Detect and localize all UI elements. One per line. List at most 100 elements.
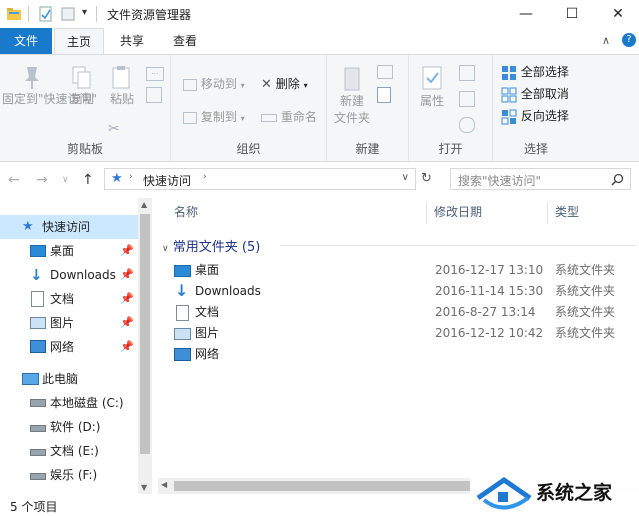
collapse-ribbon-icon[interactable]: ∧ (602, 34, 610, 47)
cut-icon[interactable]: ✂ (108, 121, 120, 137)
recent-locations-chevron-icon[interactable]: ∨ (62, 175, 69, 185)
pin-icon[interactable]: 📌 (120, 335, 134, 359)
nav-item-label: 文档 (50, 292, 75, 306)
search-icon[interactable] (611, 173, 624, 186)
move-to-button[interactable]: 移动到 ▾ (183, 75, 245, 92)
customize-quick-access-icon[interactable]: ▾ (82, 7, 87, 18)
table-row[interactable]: 图片 2016-12-12 10:42 系统文件夹 (158, 323, 639, 344)
scroll-up-icon[interactable]: ▲ (141, 200, 147, 209)
nav-item-label: 本地磁盘 (C:) (50, 396, 124, 410)
nav-item-quick-access[interactable]: ★ 快速访问 (0, 215, 138, 239)
table-row[interactable]: ↓ Downloads 2016-11-14 15:30 系统文件夹 (158, 281, 639, 302)
new-folder-button[interactable]: 新建 文件夹 (333, 65, 371, 127)
new-group-label: 新建 (355, 142, 380, 156)
breadcrumb-quick-access[interactable]: 快速访问 (143, 172, 191, 189)
breadcrumb-separator-icon[interactable]: › (129, 172, 133, 182)
select-none-label: 全部取消 (520, 87, 569, 101)
invert-selection-button[interactable]: 反向选择 (501, 107, 569, 125)
scroll-thumb[interactable] (174, 481, 470, 491)
desktop-icon (30, 245, 46, 257)
tab-file[interactable]: 文件 (0, 28, 52, 54)
open-icon[interactable] (459, 65, 475, 81)
nav-item-downloads[interactable]: ↓ Downloads 📌 (0, 263, 138, 287)
nav-item-drive-d[interactable]: 软件 (D:) (0, 415, 138, 439)
minimize-button[interactable]: — (503, 0, 549, 28)
breadcrumb-separator-icon[interactable]: › (203, 172, 207, 182)
select-none-button[interactable]: 全部取消 (501, 85, 569, 103)
close-button[interactable]: ✕ (595, 0, 639, 28)
nav-item-label: 此电脑 (42, 372, 79, 386)
scroll-left-icon[interactable]: ◀ (161, 480, 167, 489)
search-placeholder: 搜索"快速访问" (458, 174, 542, 188)
move-to-label: 移动到 (200, 77, 237, 91)
edit-icon[interactable] (459, 91, 475, 107)
column-header-name[interactable]: 名称 (174, 198, 198, 226)
nav-item-network[interactable]: 网络 📌 (0, 335, 138, 359)
pin-icon[interactable]: 📌 (120, 311, 134, 335)
scroll-thumb[interactable] (140, 214, 150, 454)
paste-shortcut-icon[interactable] (146, 87, 162, 103)
pictures-icon (174, 328, 191, 340)
scroll-down-icon[interactable]: ▼ (141, 483, 147, 492)
copy-to-icon (183, 111, 197, 124)
ribbon: 固定到"快速访问" 复制 粘贴 ✂ ··· 剪贴板 移动到 ▾ ✕ 删除 ▾ 复… (0, 54, 639, 162)
copy-to-button[interactable]: 复制到 ▾ (183, 108, 245, 125)
tab-home[interactable]: 主页 (54, 28, 104, 54)
table-row[interactable]: 文档 2016-8-27 13:14 系统文件夹 (158, 302, 639, 323)
new-item-icon[interactable] (377, 65, 393, 79)
easy-access-icon[interactable] (377, 87, 391, 103)
help-icon[interactable]: ? (622, 33, 636, 47)
address-dropdown-icon[interactable]: ∨ (402, 172, 409, 183)
copy-path-icon[interactable]: ··· (146, 67, 164, 81)
select-all-button[interactable]: 全部选择 (501, 63, 569, 81)
nav-item-pictures[interactable]: 图片 📌 (0, 311, 138, 335)
nav-item-label: 娱乐 (F:) (50, 468, 98, 482)
column-divider[interactable] (426, 202, 427, 224)
table-row[interactable]: 网络 (158, 344, 639, 365)
drive-icon (30, 399, 46, 407)
pin-icon[interactable]: 📌 (120, 263, 134, 287)
maximize-button[interactable]: ☐ (549, 0, 595, 28)
column-header-type[interactable]: 类型 (555, 198, 579, 226)
tab-view[interactable]: 查看 (160, 28, 210, 54)
nav-scrollbar[interactable]: ▲ ▼ (138, 198, 152, 494)
group-header[interactable]: ∨ 常用文件夹 (5) (162, 236, 260, 255)
group-divider (280, 245, 636, 246)
rename-button[interactable]: 重命名 (261, 108, 317, 125)
column-divider[interactable] (547, 202, 548, 224)
dropdown-arrow-icon: ▾ (240, 81, 245, 90)
address-box[interactable]: ★ › 快速访问 › ∨ (104, 168, 416, 190)
delete-label: 删除 (275, 77, 300, 91)
nav-item-this-pc[interactable]: 此电脑 (0, 367, 138, 391)
paste-button[interactable]: 粘贴 (104, 65, 140, 108)
refresh-icon[interactable]: ↻ (421, 171, 432, 186)
properties-button[interactable]: 属性 (415, 65, 449, 110)
new-folder-quick-icon[interactable] (60, 6, 76, 22)
row-name: 图片 (195, 326, 220, 340)
rename-icon (261, 113, 277, 122)
nav-item-drive-c[interactable]: 本地磁盘 (C:) (0, 391, 138, 415)
pin-icon[interactable]: 📌 (120, 287, 134, 311)
history-icon[interactable] (459, 117, 475, 133)
table-row[interactable]: 桌面 2016-12-17 13:10 系统文件夹 (158, 260, 639, 281)
pin-icon[interactable]: 📌 (120, 239, 134, 263)
file-list: 名称 修改日期 类型 ∨ 常用文件夹 (5) 桌面 2016-12-17 13:… (158, 198, 639, 494)
nav-item-desktop[interactable]: 桌面 📌 (0, 239, 138, 263)
nav-item-documents[interactable]: 文档 📌 (0, 287, 138, 311)
up-arrow-icon[interactable]: ↑ (82, 172, 94, 188)
properties-quick-icon[interactable] (38, 6, 54, 22)
new-group: 新建 文件夹 新建 (327, 55, 409, 161)
search-input[interactable]: 搜索"快速访问" (450, 168, 631, 190)
back-arrow-icon[interactable]: ← (8, 172, 20, 188)
tab-share[interactable]: 共享 (108, 28, 156, 54)
row-type: 系统文件夹 (555, 284, 616, 298)
drive-icon (30, 473, 46, 480)
pin-quick-access-button[interactable]: 固定到"快速访问" (2, 65, 97, 108)
nav-item-drive-e[interactable]: 文档 (E:) (0, 439, 138, 463)
column-header-modified[interactable]: 修改日期 (434, 198, 482, 226)
forward-arrow-icon[interactable]: → (36, 172, 48, 188)
delete-button[interactable]: ✕ 删除 ▾ (261, 75, 308, 92)
copy-button[interactable]: 复制 (64, 65, 100, 108)
nav-item-drive-f[interactable]: 娱乐 (F:) (0, 463, 138, 487)
nav-item-label: 图片 (50, 316, 75, 330)
